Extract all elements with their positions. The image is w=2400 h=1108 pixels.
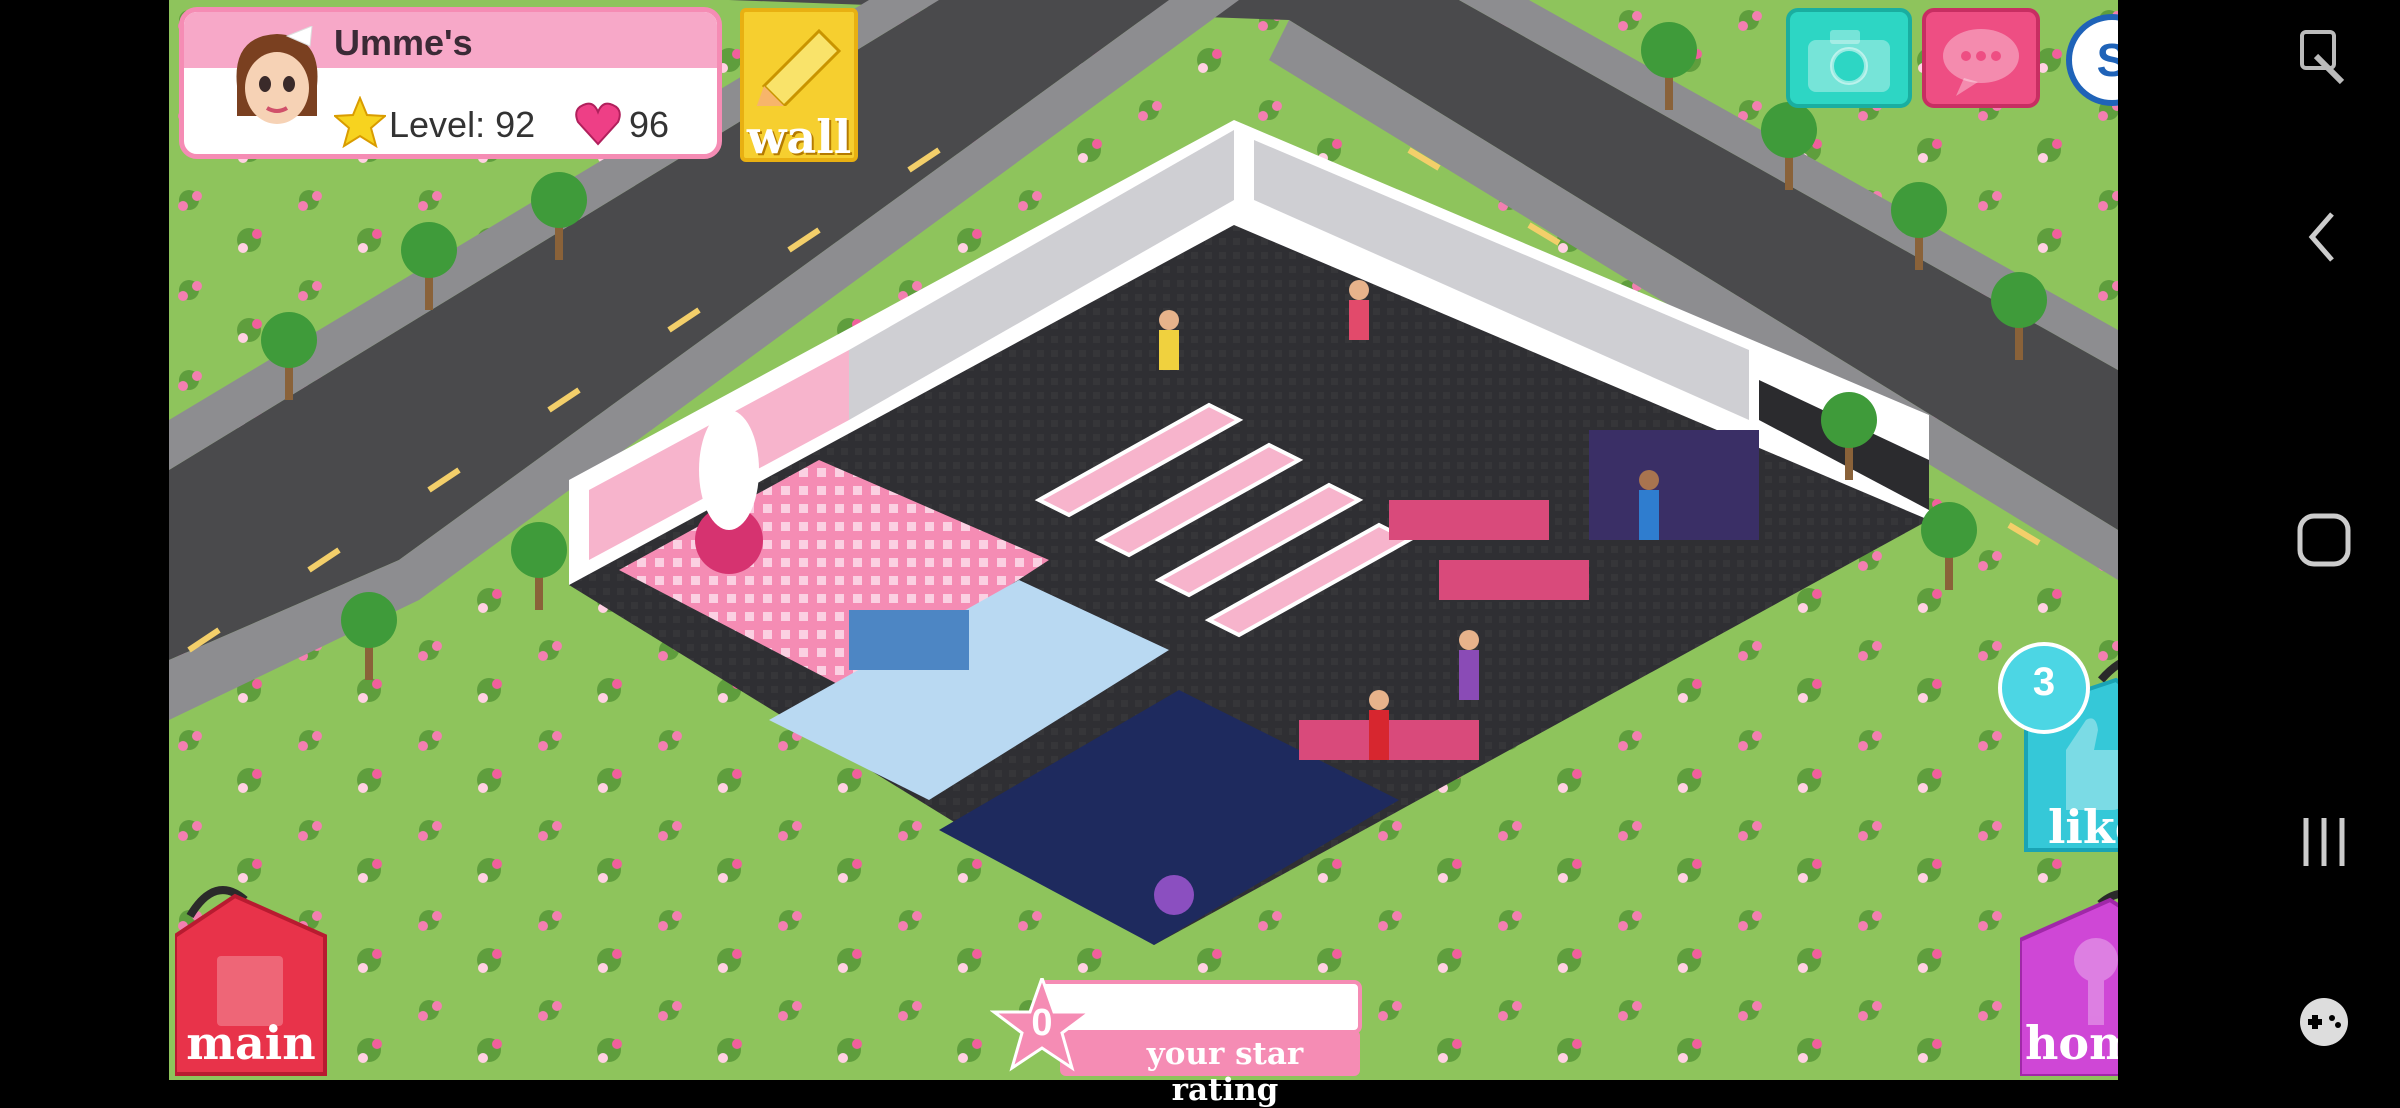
like-count-badge: 3: [2032, 660, 2056, 704]
game-viewport[interactable]: [169, 0, 2118, 1080]
screenshot-edit-icon[interactable]: [2298, 26, 2350, 90]
player-name: Umme's: [334, 22, 473, 63]
star-rating-label: your star rating: [1146, 1036, 1304, 1108]
main-menu-button[interactable]: main: [173, 876, 327, 1076]
main-label: main: [186, 1016, 316, 1070]
home-square-icon[interactable]: [2296, 512, 2352, 568]
pencil-icon: [756, 28, 842, 106]
store-scene[interactable]: [169, 0, 2118, 1080]
camera-icon: [1808, 30, 1890, 92]
heart-icon: [575, 102, 621, 146]
exercise-ball: [1154, 875, 1194, 915]
chat-button[interactable]: [1922, 8, 2040, 108]
recents-icon[interactable]: [2298, 814, 2350, 870]
player-profile-panel[interactable]: Umme's Level: 92 96: [179, 7, 722, 159]
star-rating-value: 0: [1031, 1002, 1053, 1044]
wedding-dress: [699, 410, 759, 530]
game-controller-icon[interactable]: [2296, 994, 2352, 1050]
player-level: Level: 92: [389, 104, 536, 145]
camera-button[interactable]: [1786, 8, 1912, 108]
player-avatar: [236, 26, 318, 154]
chat-bubble-icon: [1943, 29, 2019, 96]
wall-button[interactable]: wall: [740, 8, 858, 164]
back-icon[interactable]: [2304, 210, 2340, 264]
clothing-rack-blue: [849, 610, 969, 670]
system-nav-rail: [2118, 0, 2400, 1080]
jewelry-wall: [1589, 430, 1759, 540]
star-rating-bar[interactable]: 0 your star rating: [989, 973, 1370, 1108]
player-hearts: 96: [629, 104, 670, 145]
wall-label: wall: [746, 110, 852, 164]
level-star-icon: [334, 96, 386, 148]
